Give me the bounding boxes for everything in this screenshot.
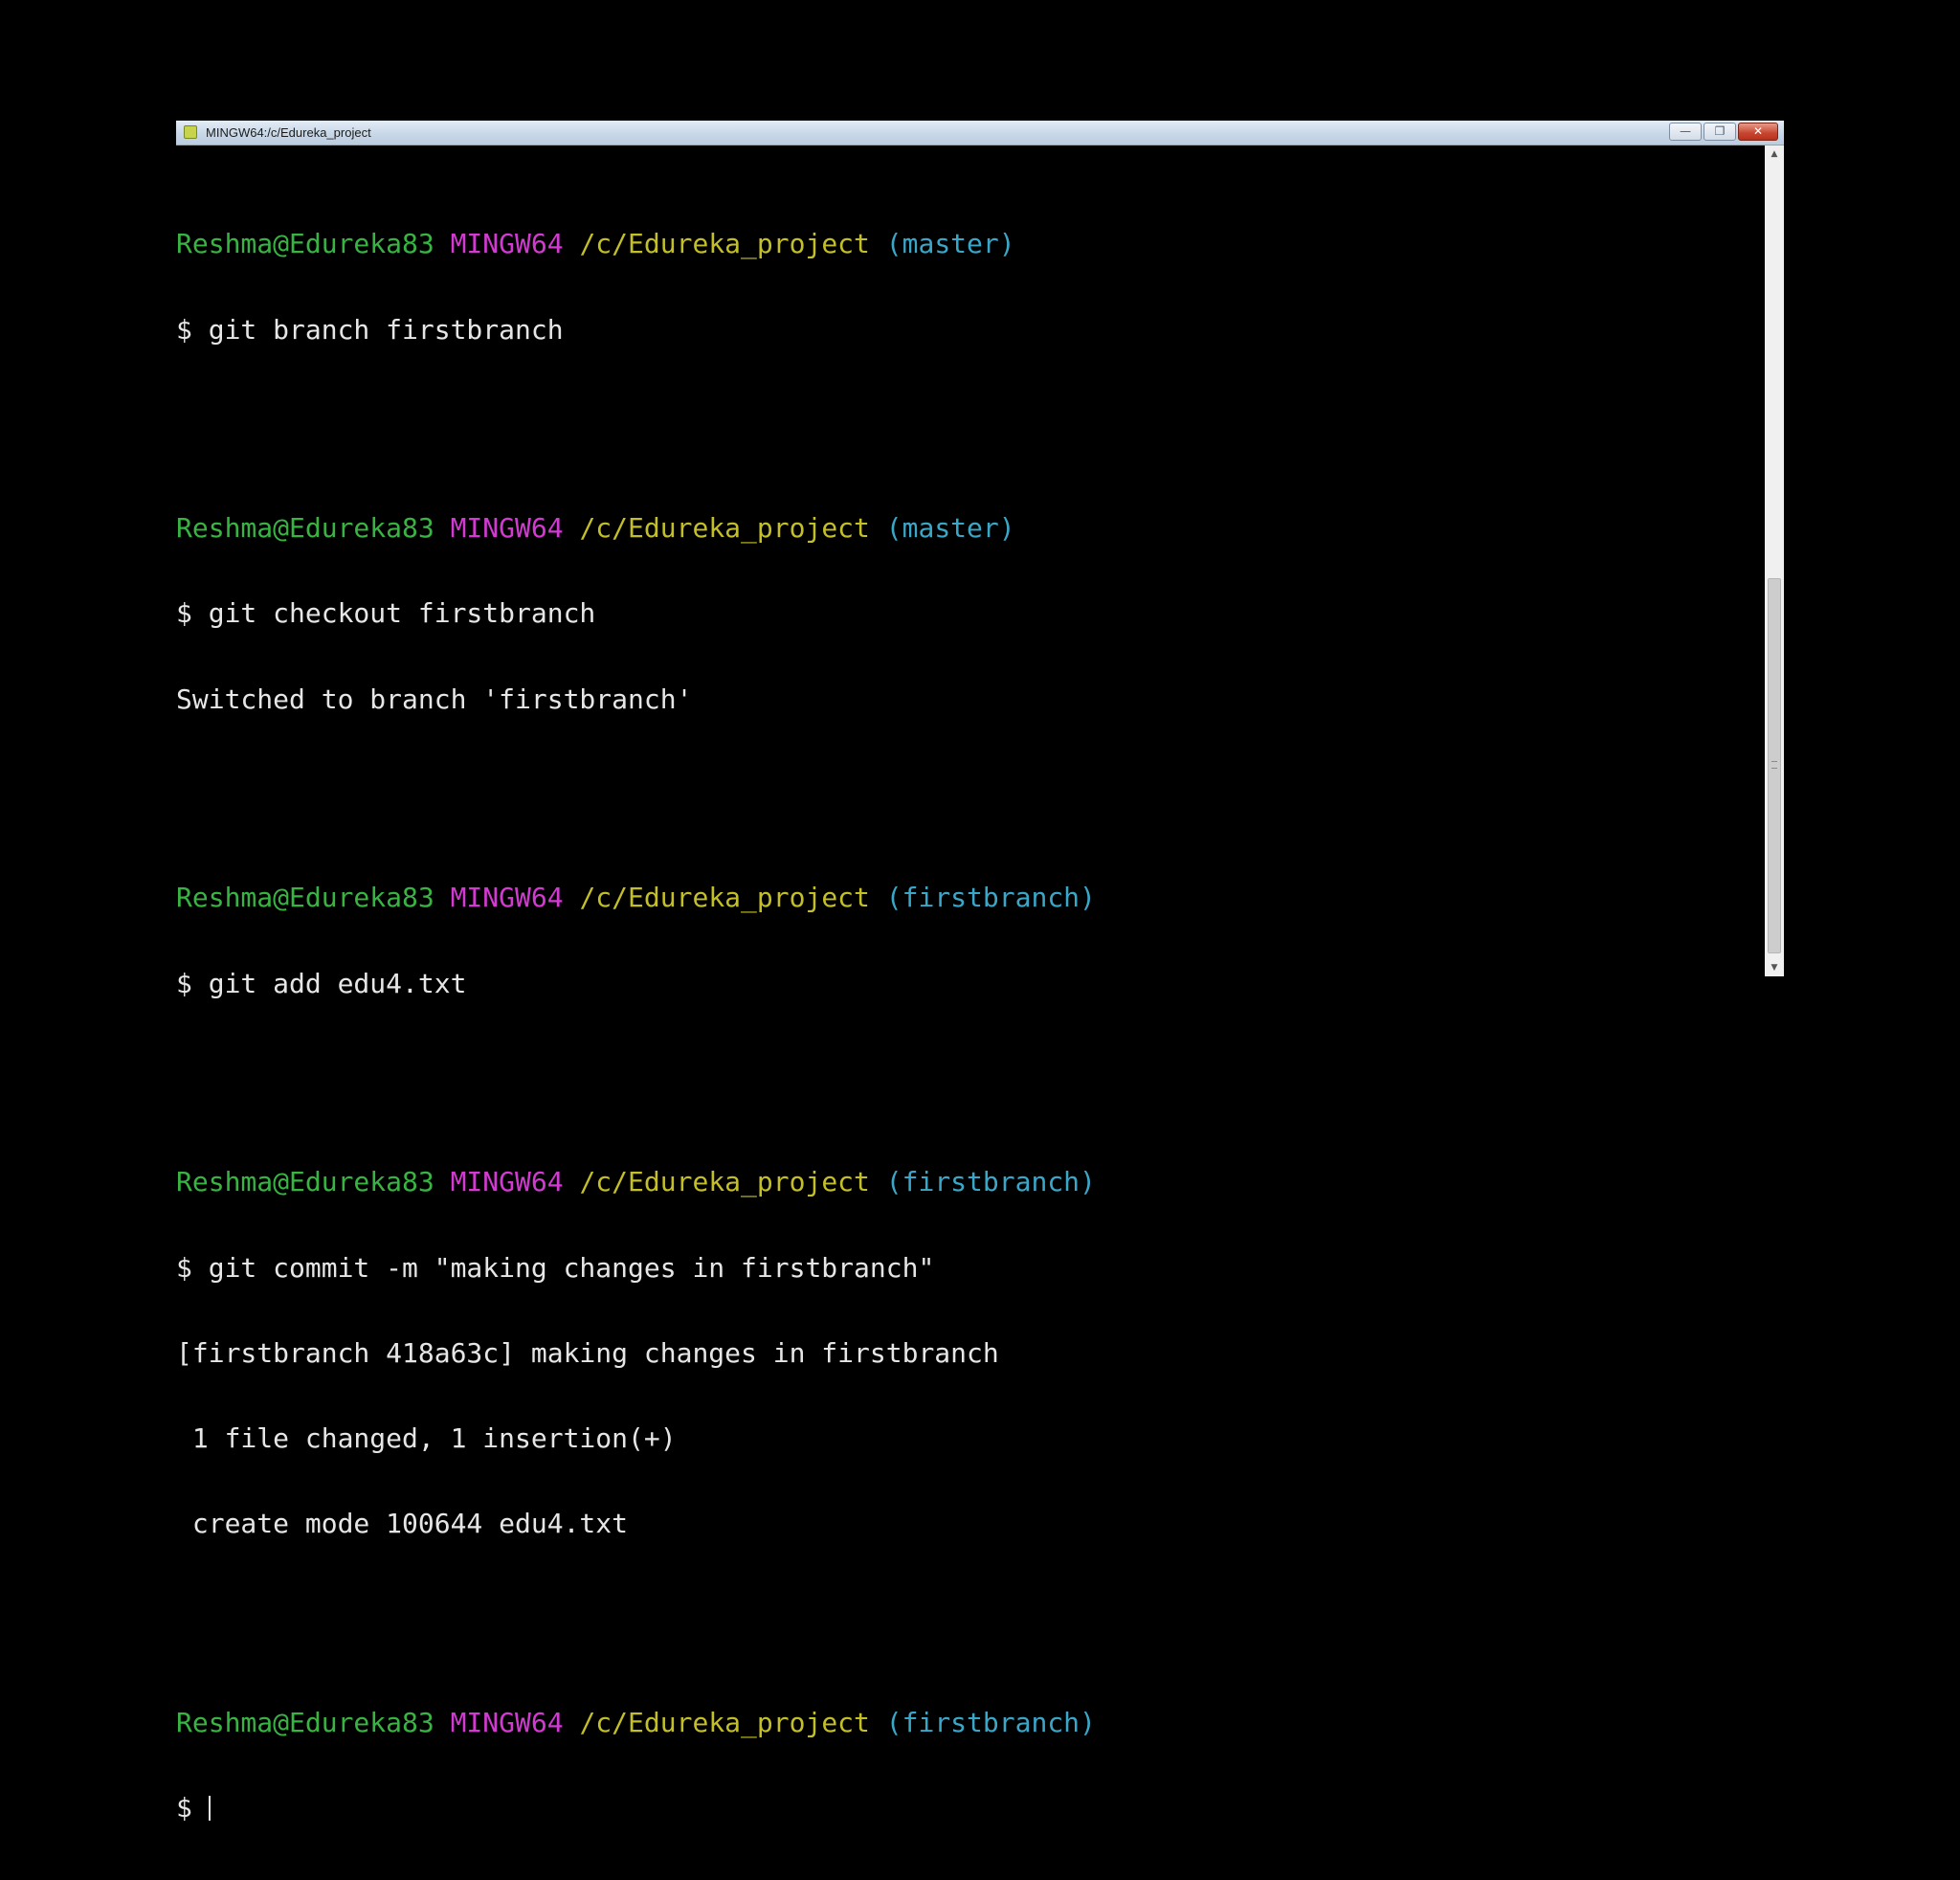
prompt-path: /c/Edureka_project	[579, 512, 870, 545]
prompt-branch: (firstbranch)	[885, 882, 1096, 914]
vertical-scrollbar[interactable]: ▲ ▼	[1765, 145, 1784, 976]
prompt-user: Reshma@Edureka83	[176, 228, 434, 260]
terminal-output[interactable]: Reshma@Edureka83 MINGW64 /c/Edureka_proj…	[176, 145, 1761, 1822]
grip-icon	[1771, 761, 1777, 769]
prompt-branch: (master)	[885, 228, 1015, 260]
prompt-line: Reshma@Edureka83 MINGW64 /c/Edureka_proj…	[176, 884, 1761, 912]
prompt-branch: (master)	[885, 512, 1015, 545]
output-line: create mode 100644 edu4.txt	[176, 1507, 629, 1539]
prompt-path: /c/Edureka_project	[579, 882, 870, 914]
prompt-system: MINGW64	[450, 882, 564, 914]
prompt-user: Reshma@Edureka83	[176, 882, 434, 914]
prompt-line: Reshma@Edureka83 MINGW64 /c/Edureka_proj…	[176, 230, 1761, 258]
active-command-line[interactable]: $	[176, 1791, 1761, 1824]
prompt-user: Reshma@Edureka83	[176, 1706, 434, 1738]
prompt-system: MINGW64	[450, 1166, 564, 1198]
scroll-down-icon[interactable]: ▼	[1765, 959, 1784, 976]
maximize-button[interactable]: ❐	[1704, 123, 1736, 141]
prompt-user: Reshma@Edureka83	[176, 512, 434, 545]
command-line: $ git commit -m "making changes in first…	[176, 1251, 935, 1284]
prompt-branch: (firstbranch)	[885, 1706, 1096, 1738]
command-prompt-symbol: $	[176, 1791, 209, 1824]
prompt-system: MINGW64	[450, 512, 564, 545]
prompt-user: Reshma@Edureka83	[176, 1166, 434, 1198]
mingw-app-icon	[184, 125, 197, 139]
prompt-system: MINGW64	[450, 1706, 564, 1738]
prompt-path: /c/Edureka_project	[579, 1706, 870, 1738]
prompt-path: /c/Edureka_project	[579, 1166, 870, 1198]
prompt-path: /c/Edureka_project	[579, 228, 870, 260]
scrollbar-thumb[interactable]	[1768, 578, 1781, 953]
output-line: [firstbranch 418a63c] making changes in …	[176, 1336, 999, 1369]
prompt-system: MINGW64	[450, 228, 564, 260]
command-line: $ git add edu4.txt	[176, 967, 467, 999]
title-bar[interactable]: MINGW64:/c/Edureka_project — ❐ ✕	[176, 121, 1784, 145]
close-button[interactable]: ✕	[1738, 123, 1778, 141]
scroll-up-icon[interactable]: ▲	[1765, 145, 1784, 163]
output-line: Switched to branch 'firstbranch'	[176, 683, 693, 715]
command-line: $ git checkout firstbranch	[176, 597, 596, 630]
minimize-button[interactable]: —	[1669, 123, 1702, 141]
prompt-line: Reshma@Edureka83 MINGW64 /c/Edureka_proj…	[176, 1168, 1761, 1197]
prompt-branch: (firstbranch)	[885, 1166, 1096, 1198]
prompt-line: Reshma@Edureka83 MINGW64 /c/Edureka_proj…	[176, 514, 1761, 543]
text-cursor	[208, 1795, 211, 1821]
prompt-line: Reshma@Edureka83 MINGW64 /c/Edureka_proj…	[176, 1706, 1761, 1738]
output-line: 1 file changed, 1 insertion(+)	[176, 1421, 677, 1454]
command-line: $ git branch firstbranch	[176, 313, 564, 346]
window-title: MINGW64:/c/Edureka_project	[206, 125, 371, 140]
terminal-window: MINGW64:/c/Edureka_project — ❐ ✕ Reshma@…	[176, 121, 1784, 1822]
